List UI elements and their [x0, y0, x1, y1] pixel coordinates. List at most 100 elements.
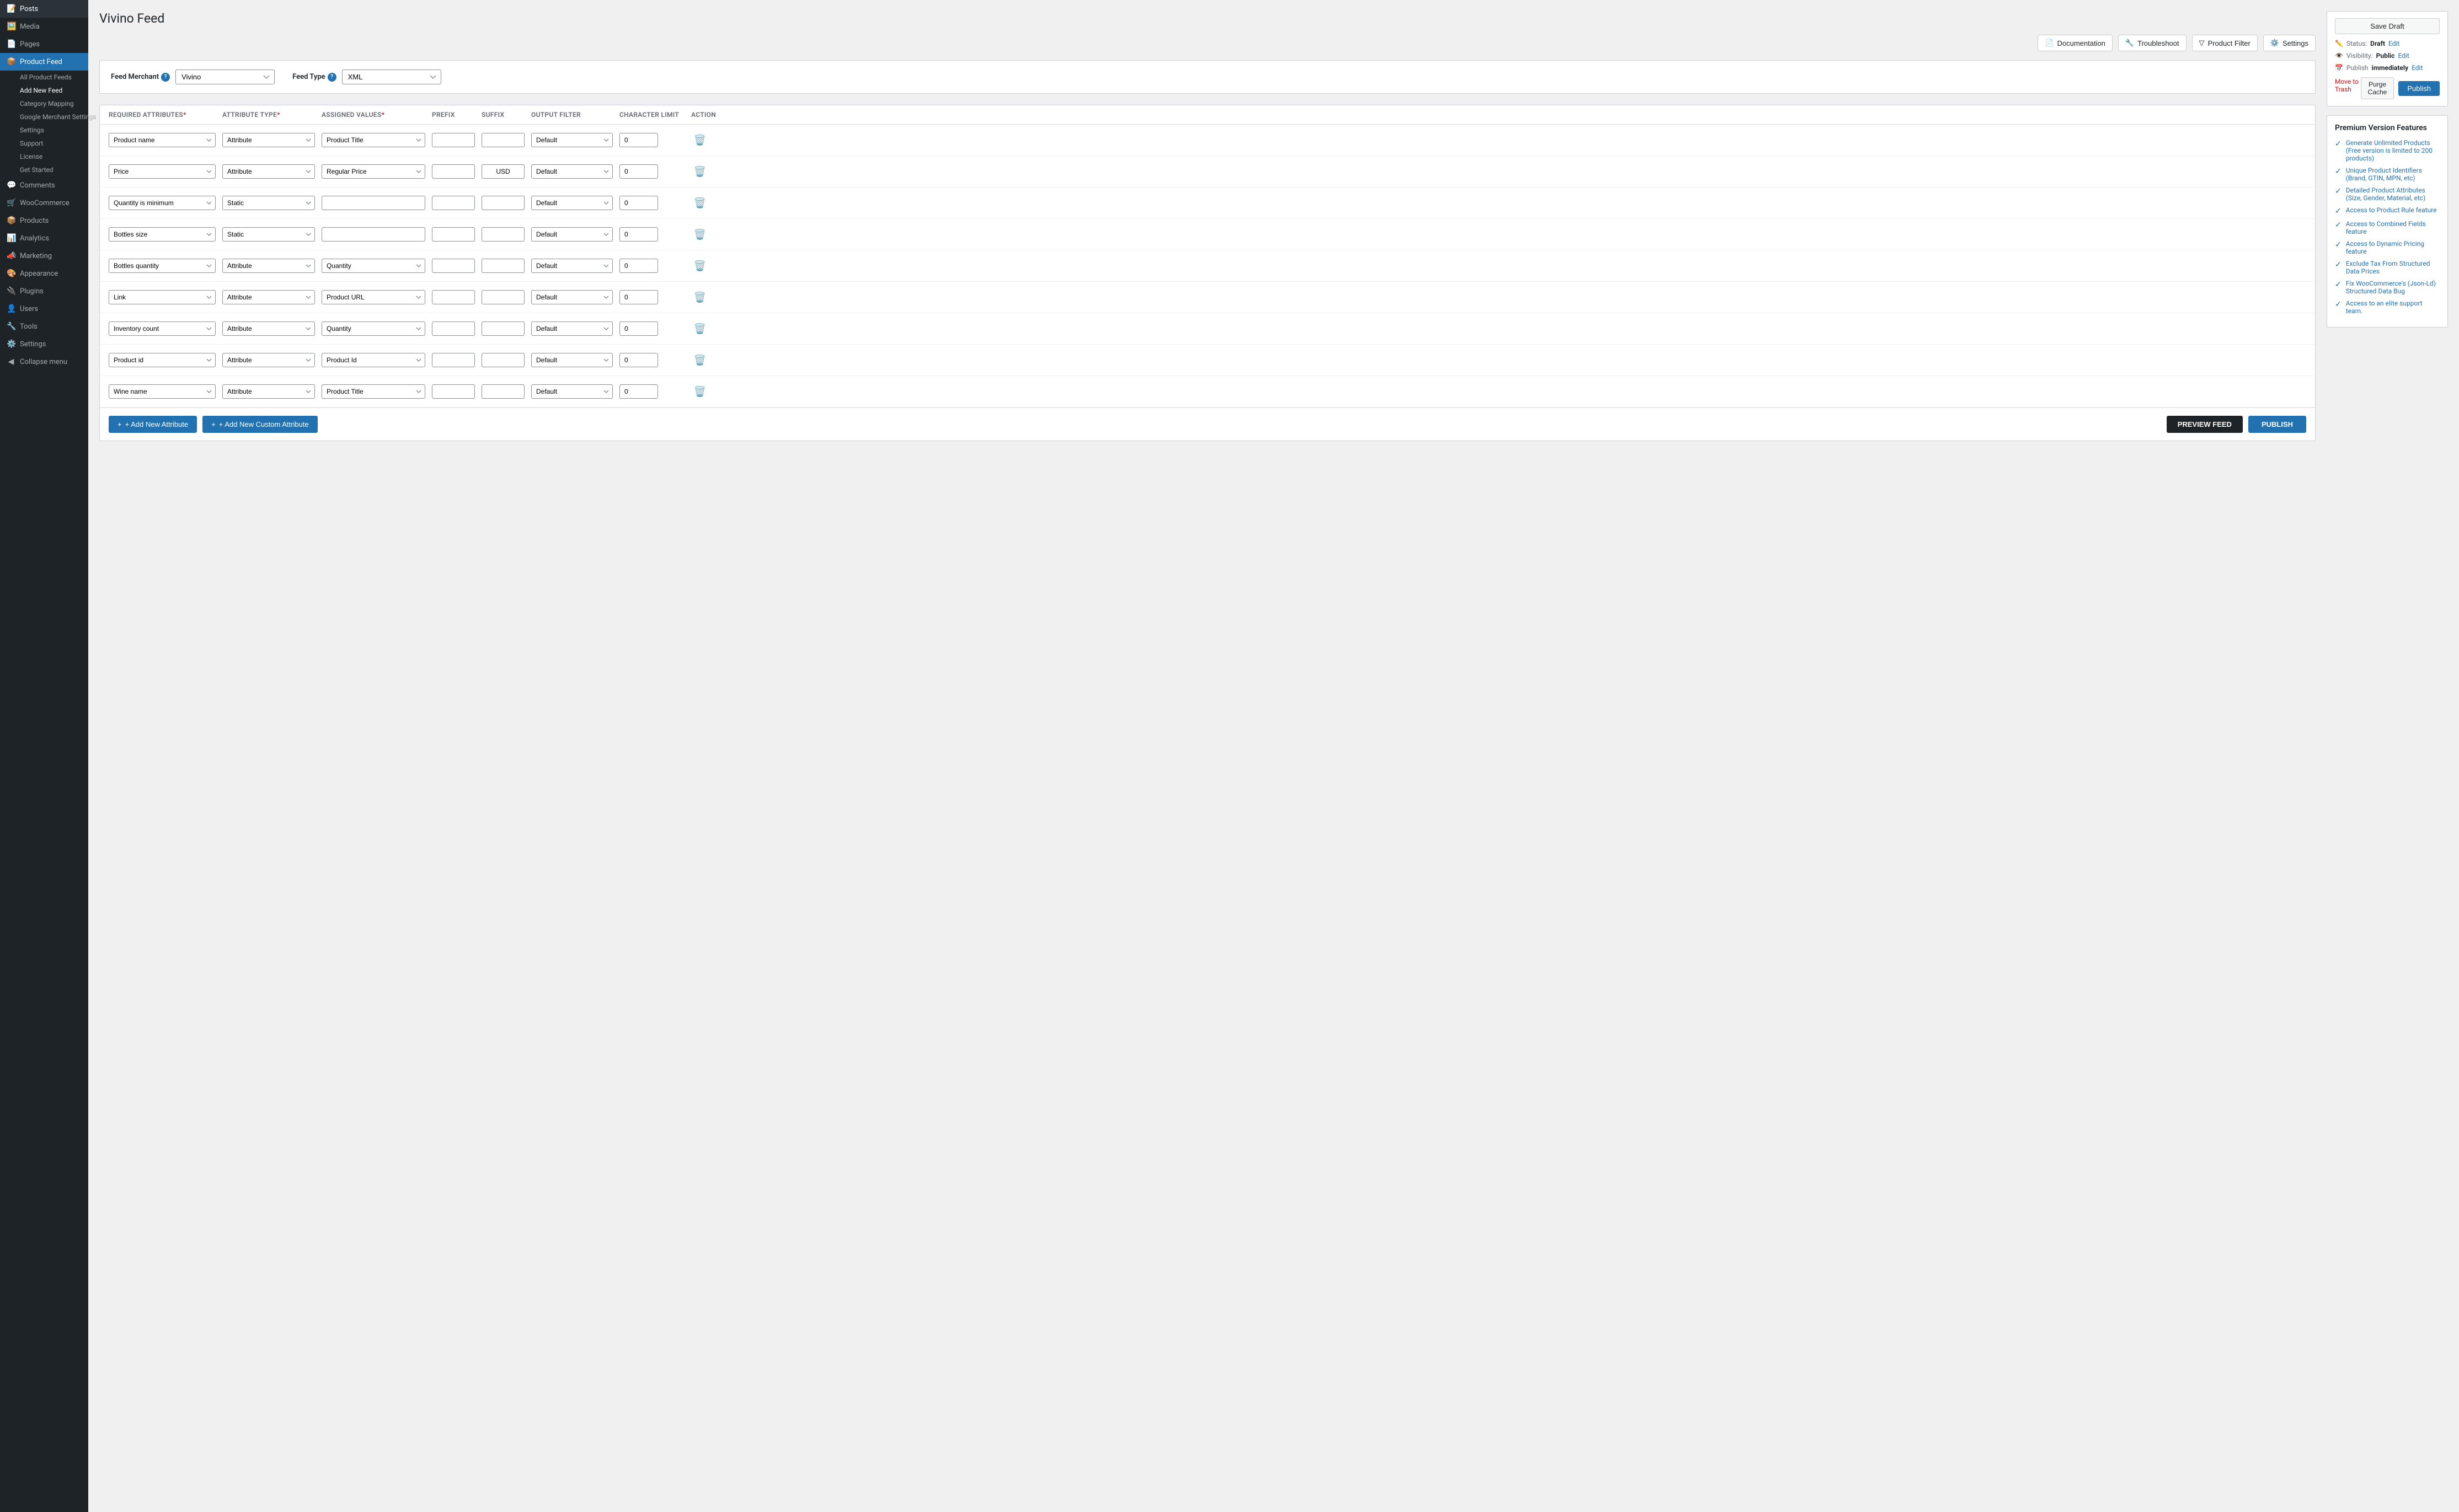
delete-button-8[interactable]: 🗑️ [691, 351, 709, 369]
feed-type-select[interactable]: XML CSV TSV [342, 69, 441, 84]
settings-button[interactable]: ⚙️ Settings [2263, 35, 2316, 51]
status-edit-link[interactable]: Edit [2388, 40, 2399, 47]
assigned-value-input-3[interactable] [322, 196, 425, 210]
sidebar-item-support[interactable]: Support [15, 137, 88, 150]
sidebar-item-marketing[interactable]: 📣 Marketing [0, 247, 88, 265]
delete-button-7[interactable]: 🗑️ [691, 320, 709, 337]
assigned-value-select-1[interactable]: Product TitleRegular PriceQuantityProduc… [322, 133, 425, 147]
assigned-value-input-4[interactable] [322, 227, 425, 242]
required-attr-select-7[interactable]: Inventory countProduct name [109, 321, 216, 336]
sidebar-item-analytics[interactable]: 📊 Analytics [0, 229, 88, 247]
sidebar-item-appearance[interactable]: 🎨 Appearance [0, 265, 88, 282]
assigned-value-select-2[interactable]: Product TitleRegular PriceQuantityProduc… [322, 164, 425, 179]
add-new-attribute-button[interactable]: + + Add New Attribute [109, 416, 197, 433]
publish-rs-button[interactable]: Publish [2398, 81, 2440, 96]
attr-type-select-8[interactable]: AttributeStatic [222, 353, 315, 367]
char-limit-input-5[interactable] [619, 259, 658, 273]
assigned-value-select-7[interactable]: Product TitleRegular PriceQuantity [322, 321, 425, 336]
suffix-input-8[interactable] [482, 353, 525, 367]
premium-feature-link-8[interactable]: Fix WooCommerce's (Json-Ld) Structured D… [2346, 280, 2440, 295]
char-limit-input-1[interactable] [619, 133, 658, 147]
add-new-custom-attribute-button[interactable]: + + Add New Custom Attribute [202, 416, 318, 433]
publish-edit-link[interactable]: Edit [2412, 64, 2423, 72]
move-to-trash-link[interactable]: Move to Trash [2335, 78, 2361, 93]
required-attr-select-3[interactable]: Quantity is minimumProduct namePrice [109, 196, 216, 210]
suffix-input-6[interactable] [482, 290, 525, 304]
char-limit-input-2[interactable] [619, 164, 658, 179]
prefix-input-2[interactable] [432, 164, 475, 179]
preview-feed-button[interactable]: PREVIEW FEED [2167, 416, 2243, 433]
char-limit-input-6[interactable] [619, 290, 658, 304]
visibility-edit-link[interactable]: Edit [2398, 52, 2409, 60]
output-filter-select-4[interactable]: DefaultStrip Tags [531, 227, 613, 242]
sidebar-item-collapse[interactable]: ◀ Collapse menu [0, 353, 88, 371]
required-attr-select-6[interactable]: LinkProduct name [109, 290, 216, 304]
assigned-value-select-9[interactable]: Product TitleRegular PriceQuantity [322, 384, 425, 399]
suffix-input-5[interactable] [482, 259, 525, 273]
required-attr-select-5[interactable]: Bottles quantityProduct name [109, 259, 216, 273]
suffix-input-3[interactable] [482, 196, 525, 210]
feed-type-help-icon[interactable]: ? [328, 73, 336, 82]
delete-button-4[interactable]: 🗑️ [691, 226, 709, 243]
output-filter-select-3[interactable]: DefaultStrip Tags [531, 196, 613, 210]
delete-button-9[interactable]: 🗑️ [691, 383, 709, 400]
suffix-input-2[interactable] [482, 164, 525, 179]
sidebar-item-plugins[interactable]: 🔌 Plugins [0, 282, 88, 300]
sidebar-item-products[interactable]: 📦 Products [0, 212, 88, 229]
prefix-input-9[interactable] [432, 384, 475, 399]
attr-type-select-3[interactable]: AttributeStaticDynamic [222, 196, 315, 210]
attr-type-select-4[interactable]: AttributeStaticDynamic [222, 227, 315, 242]
merchant-help-icon[interactable]: ? [161, 73, 170, 82]
output-filter-select-5[interactable]: Default [531, 259, 613, 273]
save-draft-button[interactable]: Save Draft [2335, 18, 2440, 34]
attr-type-select-7[interactable]: AttributeStatic [222, 321, 315, 336]
suffix-input-1[interactable] [482, 133, 525, 147]
required-attr-select-8[interactable]: Product idProduct name [109, 353, 216, 367]
prefix-input-4[interactable] [432, 227, 475, 242]
sidebar-item-product-feed[interactable]: 📦 Product Feed [0, 53, 88, 71]
premium-feature-link-9[interactable]: Access to an elite support team. [2346, 299, 2440, 315]
prefix-input-8[interactable] [432, 353, 475, 367]
required-attr-select-9[interactable]: Wine nameProduct name [109, 384, 216, 399]
premium-feature-link-4[interactable]: Access to Product Rule feature [2346, 206, 2437, 214]
sidebar-item-settings[interactable]: Settings [15, 124, 88, 137]
premium-feature-link-1[interactable]: Generate Unlimited Products (Free versio… [2346, 139, 2440, 162]
sidebar-item-comments[interactable]: 💬 Comments [0, 176, 88, 194]
assigned-value-select-6[interactable]: Product TitleRegular PriceQuantityProduc… [322, 290, 425, 304]
sidebar-item-posts[interactable]: 📝 Posts [0, 0, 88, 18]
prefix-input-5[interactable] [432, 259, 475, 273]
assigned-value-select-5[interactable]: Product TitleRegular PriceQuantity [322, 259, 425, 273]
output-filter-select-6[interactable]: Default [531, 290, 613, 304]
purge-cache-button[interactable]: Purge Cache [2361, 77, 2394, 99]
delete-button-1[interactable]: 🗑️ [691, 131, 709, 149]
sidebar-item-google-merchant[interactable]: Google Merchant Settings [15, 110, 88, 124]
troubleshoot-button[interactable]: 🔧 Troubleshoot [2118, 35, 2187, 51]
suffix-input-9[interactable] [482, 384, 525, 399]
sidebar-item-get-started[interactable]: Get Started [15, 163, 88, 176]
delete-button-5[interactable]: 🗑️ [691, 257, 709, 275]
required-attr-select-4[interactable]: Bottles sizeProduct name [109, 227, 216, 242]
char-limit-input-9[interactable] [619, 384, 658, 399]
output-filter-select-2[interactable]: DefaultStrip TagsUppercase [531, 164, 613, 179]
delete-button-2[interactable]: 🗑️ [691, 163, 709, 180]
sidebar-item-tools[interactable]: 🔧 Tools [0, 318, 88, 335]
sidebar-item-add-new[interactable]: Add New Feed [15, 84, 88, 97]
premium-feature-link-2[interactable]: Unique Product Identifiers (Brand, GTIN,… [2346, 167, 2440, 182]
prefix-input-3[interactable] [432, 196, 475, 210]
attr-type-select-1[interactable]: AttributeStaticDynamic [222, 133, 315, 147]
premium-feature-link-7[interactable]: Exclude Tax From Structured Data Prices [2346, 260, 2440, 275]
prefix-input-6[interactable] [432, 290, 475, 304]
output-filter-select-7[interactable]: Default [531, 321, 613, 336]
output-filter-select-9[interactable]: Default [531, 384, 613, 399]
required-attr-select-1[interactable]: Product name PriceLinkInventory count [109, 133, 216, 147]
sidebar-item-media[interactable]: 🖼️ Media [0, 18, 88, 35]
suffix-input-4[interactable] [482, 227, 525, 242]
suffix-input-7[interactable] [482, 321, 525, 336]
sidebar-item-license[interactable]: License [15, 150, 88, 163]
sidebar-item-category-mapping[interactable]: Category Mapping [15, 97, 88, 110]
sidebar-item-woocommerce[interactable]: 🛒 WooCommerce [0, 194, 88, 212]
char-limit-input-4[interactable] [619, 227, 658, 242]
sidebar-item-settings2[interactable]: ⚙️ Settings [0, 335, 88, 353]
assigned-value-select-8[interactable]: Product TitleRegular PriceQuantityProduc… [322, 353, 425, 367]
publish-main-button[interactable]: PUBLISH [2248, 416, 2306, 433]
